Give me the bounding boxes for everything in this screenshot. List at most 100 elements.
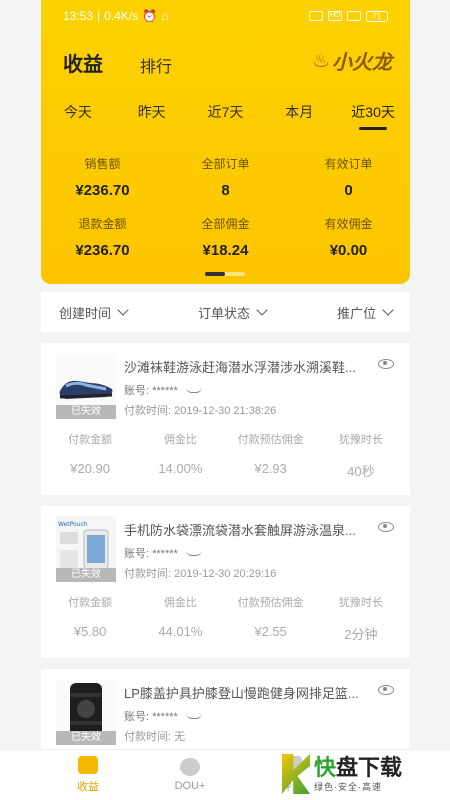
stat-value: 0 — [344, 182, 353, 199]
status-badge: 已失效 — [56, 568, 116, 582]
stat-value: 8 — [221, 182, 230, 199]
stat-label: 退款金额 — [78, 217, 127, 231]
metric-value: ¥5.80 — [73, 624, 107, 639]
tab-ranking[interactable]: 排行 — [140, 53, 172, 77]
order-title: LP膝盖护具护膝登山慢跑健身网排足篮... — [124, 686, 359, 701]
watermark-sub: 绿色·安全·高速 — [314, 781, 382, 792]
stat-refund: 退款金额 ¥236.70 — [41, 215, 164, 259]
metric-est-commission: 付款预估佣金 ¥2.93 — [226, 431, 316, 480]
alarm-icon: ⏰ — [142, 9, 158, 23]
metric-value: 14.00% — [158, 461, 203, 476]
metric-commission-rate: 佣金比 44.01% — [135, 594, 225, 643]
eye-closed-icon[interactable] — [185, 387, 202, 393]
eye-icon[interactable] — [378, 685, 394, 695]
signal-icon — [309, 11, 323, 21]
page-indicator-active — [205, 272, 225, 276]
status-left: 13:53 | 0.4K/s ⏰ ⌂ — [63, 9, 169, 23]
status-right: HD 71 — [309, 10, 388, 22]
logo-text: 小火龙 — [332, 52, 392, 74]
order-card[interactable]: 已失效 沙滩袜鞋游泳赶海潜水浮潜涉水溯溪鞋... 账号: ****** 付款时间… — [41, 343, 410, 495]
stat-value: ¥18.24 — [202, 242, 249, 259]
metric-label: 付款金额 — [68, 597, 113, 609]
order-card[interactable]: WetPouch 已失效 手机防水袋漂流袋潜水套触屏游泳温泉... 账号: **… — [41, 506, 410, 658]
metric-value: ¥20.90 — [70, 461, 110, 476]
earnings-header: 13:53 | 0.4K/s ⏰ ⌂ HD 71 收益 排行 ♨ 小火龙 今天 — [41, 0, 410, 284]
filter-label: 订单状态 — [197, 305, 250, 321]
tab-30-days[interactable]: 近30天 — [336, 102, 410, 136]
order-account: 账号: ****** — [124, 545, 202, 561]
nav-dou-plus[interactable]: DOU+ — [150, 758, 230, 792]
metric-hesitation: 犹豫时长 2分钟 — [316, 594, 406, 643]
filter-bar: 创建时间 订单状态 推广位 — [41, 292, 410, 332]
nav-label: 收益 — [77, 781, 99, 793]
status-net-speed: 0.4K/s — [104, 9, 139, 23]
metric-label: 付款金额 — [68, 434, 113, 446]
product-image — [56, 679, 116, 739]
filter-order-status[interactable]: 订单状态 — [197, 303, 268, 322]
stats-grid: 销售额 ¥236.70 全部订单 8 有效订单 0 退款金额 ¥236.70 全… — [41, 155, 410, 259]
eye-icon[interactable] — [378, 522, 394, 532]
filter-promotion-slot[interactable]: 推广位 — [336, 303, 394, 322]
svg-text:WetPouch: WetPouch — [58, 521, 88, 528]
page-indicator — [205, 272, 245, 276]
metric-payment: 付款金额 ¥20.90 — [45, 431, 135, 480]
tab-7-days[interactable]: 近7天 — [189, 102, 263, 136]
nav-label: DOU+ — [174, 780, 206, 792]
account-text: 账号: ****** — [124, 548, 178, 560]
order-metrics: 付款金额 ¥20.90 佣金比 14.00% 付款预估佣金 ¥2.93 犹豫时长… — [41, 431, 410, 480]
app-logo: ♨ 小火龙 — [312, 46, 392, 75]
tab-this-month[interactable]: 本月 — [262, 102, 336, 136]
order-account: 账号: ****** — [124, 382, 202, 398]
stat-valid-commission: 有效佣金 ¥0.00 — [287, 215, 410, 259]
watermark-text: 快盘下载 绿色·安全·高速 — [314, 754, 403, 793]
nav-earnings[interactable]: 收益 — [48, 756, 128, 794]
period-tabs: 今天 昨天 近7天 本月 近30天 — [41, 102, 410, 136]
screen: 13:53 | 0.4K/s ⏰ ⌂ HD 71 收益 排行 ♨ 小火龙 今天 — [0, 0, 450, 800]
chevron-down-icon — [117, 304, 129, 316]
metric-label: 犹豫时长 — [338, 434, 383, 446]
notification-icon: ⌂ — [161, 9, 169, 23]
filter-label: 推广位 — [336, 305, 376, 321]
order-paytime: 付款时间: 无 — [124, 731, 186, 743]
chevron-down-icon — [256, 304, 268, 316]
metric-value: ¥2.93 — [254, 461, 287, 476]
metric-label: 付款预估佣金 — [237, 597, 304, 609]
metric-label: 付款预估佣金 — [237, 434, 304, 446]
stat-all-commission: 全部佣金 ¥18.24 — [164, 215, 287, 259]
status-time: 13:53 — [63, 9, 94, 23]
metric-label: 佣金比 — [163, 434, 197, 446]
product-image — [56, 353, 116, 413]
metric-value: 2分钟 — [344, 627, 378, 642]
product-image: WetPouch — [56, 516, 116, 576]
metric-est-commission: 付款预估佣金 ¥2.55 — [226, 594, 316, 643]
dou-plus-icon — [180, 758, 200, 776]
stat-value: ¥0.00 — [329, 242, 368, 259]
status-badge: 已失效 — [56, 731, 116, 745]
battery-icon: 71 — [366, 10, 388, 22]
stat-value: ¥236.70 — [75, 182, 130, 199]
order-title: 手机防水袋漂流袋潜水套触屏游泳温泉... — [124, 523, 356, 538]
eye-closed-icon[interactable] — [185, 713, 202, 719]
flame-icon: ♨ — [312, 50, 330, 72]
account-text: 账号: ****** — [124, 385, 178, 397]
filter-created-time[interactable]: 创建时间 — [59, 303, 129, 322]
tab-earnings[interactable]: 收益 — [63, 48, 103, 77]
metric-value: 44.01% — [158, 624, 203, 639]
filter-label: 创建时间 — [59, 305, 112, 321]
stat-value: ¥236.70 — [75, 242, 130, 259]
stat-all-orders: 全部订单 8 — [164, 155, 287, 199]
order-title: 沙滩袜鞋游泳赶海潜水浮潜涉水溯溪鞋... — [124, 360, 356, 375]
stat-label: 全部订单 — [201, 157, 250, 171]
watermark-main-b: 盘下载 — [336, 754, 403, 780]
stat-label: 销售额 — [84, 157, 121, 171]
metric-label: 佣金比 — [163, 597, 197, 609]
tab-yesterday[interactable]: 昨天 — [115, 102, 189, 136]
order-paytime: 付款时间: 2019-12-30 20:29:16 — [124, 568, 277, 580]
eye-closed-icon[interactable] — [185, 550, 202, 556]
stat-sales: 销售额 ¥236.70 — [41, 155, 164, 199]
status-badge: 已失效 — [56, 405, 116, 419]
order-account: 账号: ****** — [124, 708, 202, 724]
eye-icon[interactable] — [378, 359, 394, 369]
stat-valid-orders: 有效订单 0 — [287, 155, 410, 199]
tab-today[interactable]: 今天 — [41, 102, 115, 136]
